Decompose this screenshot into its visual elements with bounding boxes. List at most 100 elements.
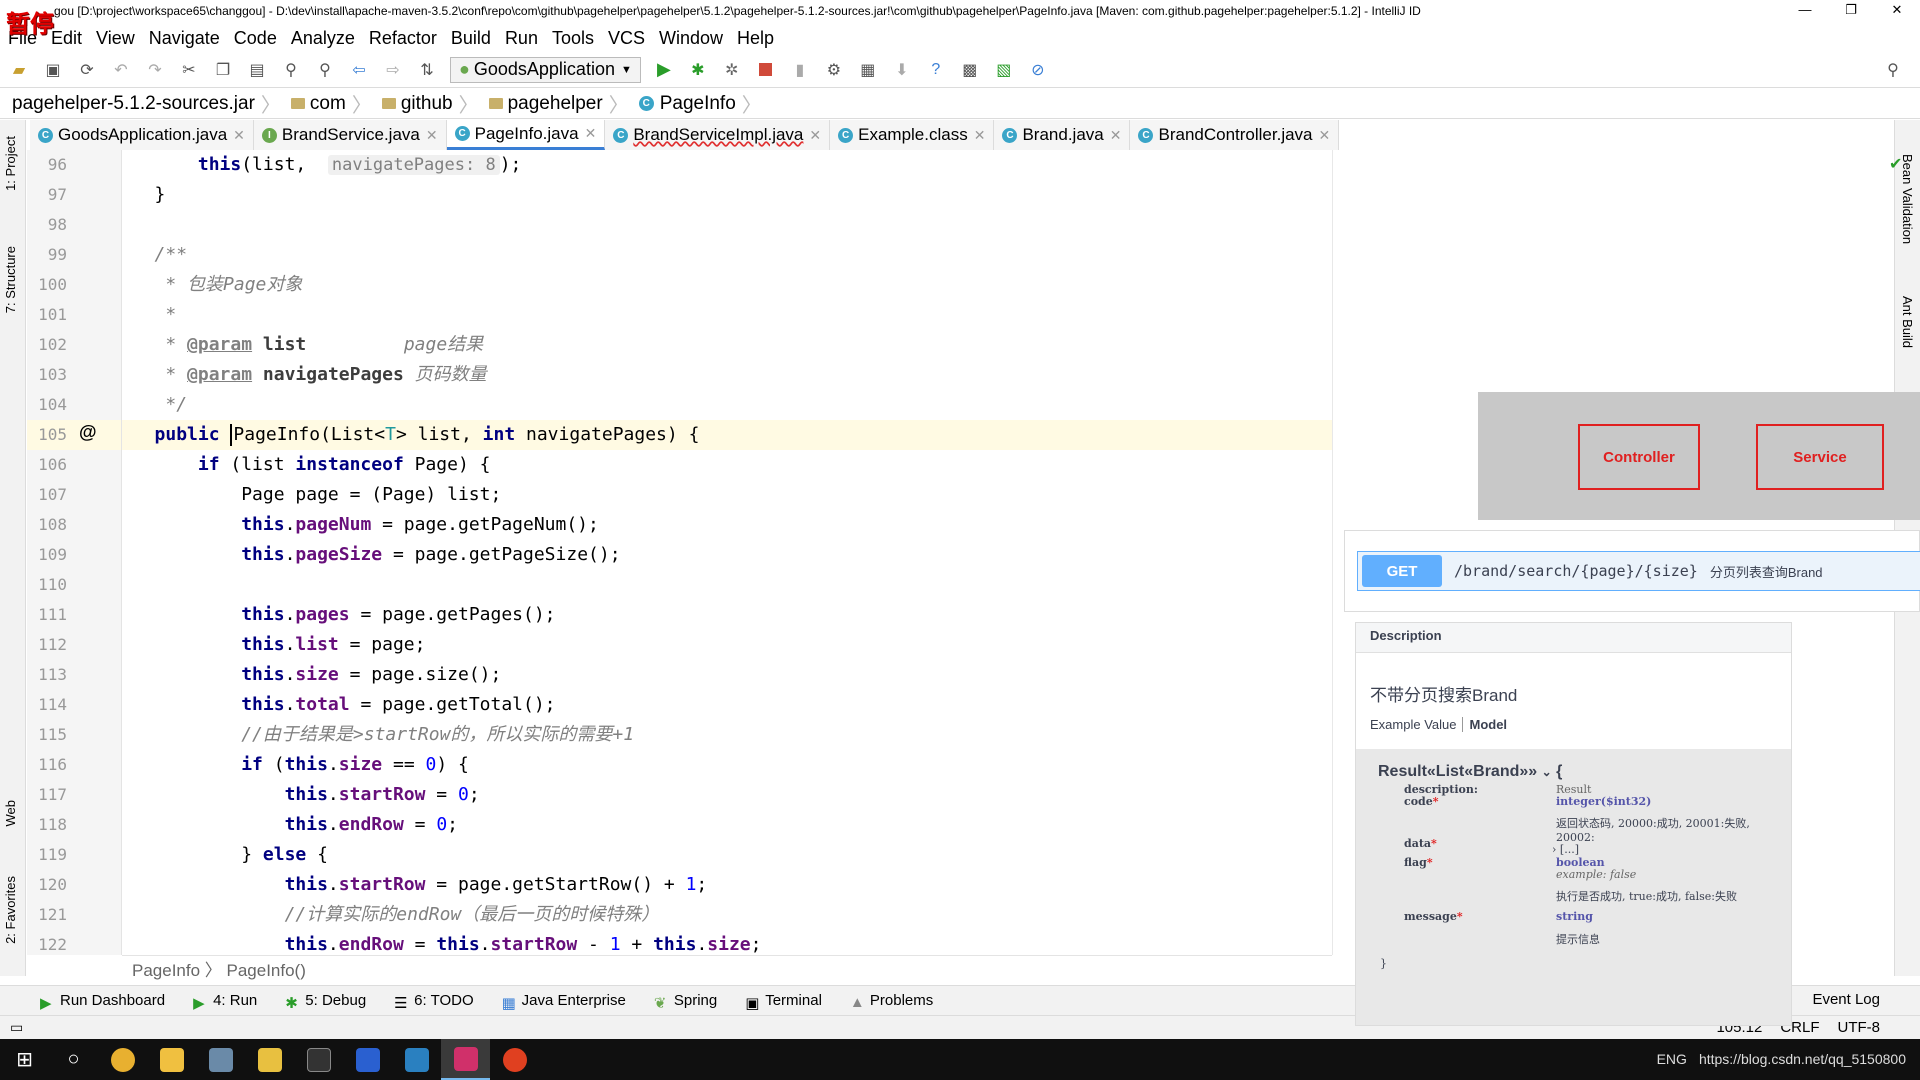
menu-refactor[interactable]: Refactor	[369, 28, 437, 49]
file-explorer-icon[interactable]	[245, 1039, 294, 1080]
close-icon[interactable]: ✕	[1110, 127, 1122, 144]
menu-help[interactable]: Help	[737, 28, 774, 49]
tool-spring[interactable]: ❦ Spring	[654, 992, 717, 1012]
model-title[interactable]: Result«List«Brand»» ⌄ {	[1378, 763, 1562, 781]
search-icon[interactable]: ○	[49, 1039, 98, 1080]
terminal-icon[interactable]: ▩	[959, 59, 981, 81]
menu-navigate[interactable]: Navigate	[149, 28, 220, 49]
forward-icon[interactable]: ⇨	[382, 59, 404, 81]
tool-structure[interactable]: 7: Structure	[3, 246, 18, 313]
settings-icon[interactable]: ⚙	[823, 59, 845, 81]
open-folder-icon[interactable]: ▰	[8, 59, 30, 81]
menu-build[interactable]: Build	[451, 28, 491, 49]
tool-problems[interactable]: ▲ Problems	[850, 992, 933, 1011]
tool-ant-build[interactable]: Ant Build	[1900, 296, 1915, 348]
breadcrumb-pageinfo[interactable]: C PageInfo 〉	[638, 89, 768, 118]
chrome-icon[interactable]	[98, 1039, 147, 1080]
status-toggle-icon[interactable]: ▭	[10, 1019, 23, 1036]
breadcrumb-com[interactable]: com 〉	[290, 89, 378, 118]
build-icon[interactable]: ⇅	[416, 59, 438, 81]
paste-icon[interactable]: ▤	[246, 59, 268, 81]
app-icon[interactable]	[196, 1039, 245, 1080]
tool-web[interactable]: Web	[3, 800, 18, 827]
windows-start-icon[interactable]: ⊞	[0, 1039, 49, 1080]
undo-icon[interactable]: ↶	[110, 59, 132, 81]
menu-code[interactable]: Code	[234, 28, 277, 49]
monitor-icon[interactable]: ▧	[993, 59, 1015, 81]
tool-run[interactable]: ▶ 4: Run	[193, 992, 257, 1012]
run-config-select[interactable]: ● GoodsApplication ▼	[450, 56, 641, 83]
close-icon[interactable]: ✕	[974, 127, 986, 144]
tab-label: PageInfo.java	[474, 123, 579, 143]
app-icon[interactable]	[147, 1039, 196, 1080]
close-icon[interactable]: ✕	[1319, 127, 1331, 144]
breadcrumb-pagehelper[interactable]: pagehelper 〉	[488, 89, 635, 118]
cmd-icon[interactable]	[294, 1039, 343, 1080]
tab-brand-service-impl[interactable]: C BrandServiceImpl.java ✕	[605, 120, 831, 150]
field-data-val[interactable]: › [...]	[1552, 843, 1579, 856]
editor-breadcrumb[interactable]: PageInfo 〉 PageInfo()	[122, 955, 1332, 985]
help-icon[interactable]: ?	[925, 59, 947, 81]
code-editor[interactable]: this(list, navigatePages: 8); } /** * 包装…	[122, 150, 1332, 955]
close-icon[interactable]: ✕	[585, 125, 597, 142]
run-icon[interactable]: ▶	[653, 59, 675, 81]
menu-vcs[interactable]: VCS	[608, 28, 645, 49]
coverage-icon[interactable]: ✲	[721, 59, 743, 81]
tab-example-value[interactable]: Example Value	[1370, 717, 1456, 732]
replace-icon[interactable]: ⚲	[314, 59, 336, 81]
save-all-icon[interactable]: ▣	[42, 59, 64, 81]
app-icon[interactable]	[343, 1039, 392, 1080]
menu-edit[interactable]: Edit	[51, 28, 82, 49]
download-icon[interactable]: ⬇	[891, 59, 913, 81]
search-everywhere-icon[interactable]: ⚲	[1882, 59, 1904, 81]
cut-icon[interactable]: ✂	[178, 59, 200, 81]
debug-icon[interactable]: ✱	[687, 59, 709, 81]
close-button[interactable]: ✕	[1874, 0, 1920, 22]
breadcrumb-jar[interactable]: pagehelper-5.1.2-sources.jar 〉	[12, 89, 287, 118]
maximize-button[interactable]: ❐	[1828, 0, 1874, 22]
intellij-icon[interactable]	[441, 1039, 490, 1080]
menu-run[interactable]: Run	[505, 28, 538, 49]
comment-start-row: //由于结果是>startRow的，所以实际的需要+1	[241, 724, 635, 745]
tab-brand-service[interactable]: I BrandService.java ✕	[253, 120, 447, 150]
tab-brand-controller[interactable]: C BrandController.java ✕	[1130, 120, 1340, 150]
tab-brand[interactable]: C Brand.java ✕	[994, 120, 1131, 150]
tool-event-log[interactable]: Event Log	[1812, 991, 1880, 1008]
redo-icon[interactable]: ↷	[144, 59, 166, 81]
tool-terminal[interactable]: ▣ Terminal	[745, 992, 822, 1012]
back-icon[interactable]: ⇦	[348, 59, 370, 81]
override-marker-icon[interactable]: @	[79, 422, 97, 443]
minimize-button[interactable]: —	[1782, 0, 1828, 22]
no-entry-icon[interactable]: ⊘	[1027, 59, 1049, 81]
tool-favorites[interactable]: 2: Favorites	[3, 876, 18, 944]
project-structure-icon[interactable]: ▦	[857, 59, 879, 81]
breadcrumb-github[interactable]: github 〉	[381, 89, 485, 118]
stop-icon[interactable]	[755, 59, 777, 81]
bookmark-icon[interactable]: ▮	[789, 59, 811, 81]
app-icon[interactable]	[392, 1039, 441, 1080]
app-icon[interactable]	[490, 1039, 539, 1080]
tab-pageinfo[interactable]: C PageInfo.java ✕	[446, 120, 606, 150]
menu-tools[interactable]: Tools	[552, 28, 594, 49]
menu-analyze[interactable]: Analyze	[291, 28, 355, 49]
menu-view[interactable]: View	[96, 28, 135, 49]
copy-icon[interactable]: ❐	[212, 59, 234, 81]
swagger-operation-row[interactable]: GET /brand/search/{page}/{size} 分页列表查询Br…	[1357, 551, 1920, 591]
close-icon[interactable]: ✕	[809, 127, 821, 144]
tool-project[interactable]: 1: Project	[3, 136, 18, 191]
tool-debug[interactable]: ✱ 5: Debug	[285, 992, 366, 1012]
tab-goods-application[interactable]: C GoodsApplication.java ✕	[30, 120, 254, 150]
tab-example-class[interactable]: C Example.class ✕	[830, 120, 995, 150]
lang-indicator[interactable]: ENG	[1657, 1051, 1687, 1067]
tool-java-enterprise[interactable]: ▦ Java Enterprise	[502, 992, 626, 1012]
tool-run-dashboard[interactable]: ▶ Run Dashboard	[40, 992, 165, 1012]
close-icon[interactable]: ✕	[233, 127, 245, 144]
find-icon[interactable]: ⚲	[280, 59, 302, 81]
file-encoding[interactable]: UTF-8	[1838, 1019, 1881, 1036]
tab-model[interactable]: Model	[1462, 717, 1508, 732]
menu-window[interactable]: Window	[659, 28, 723, 49]
tool-todo[interactable]: ☰ 6: TODO	[394, 992, 473, 1012]
sync-icon[interactable]: ⟳	[76, 59, 98, 81]
close-icon[interactable]: ✕	[426, 127, 438, 144]
